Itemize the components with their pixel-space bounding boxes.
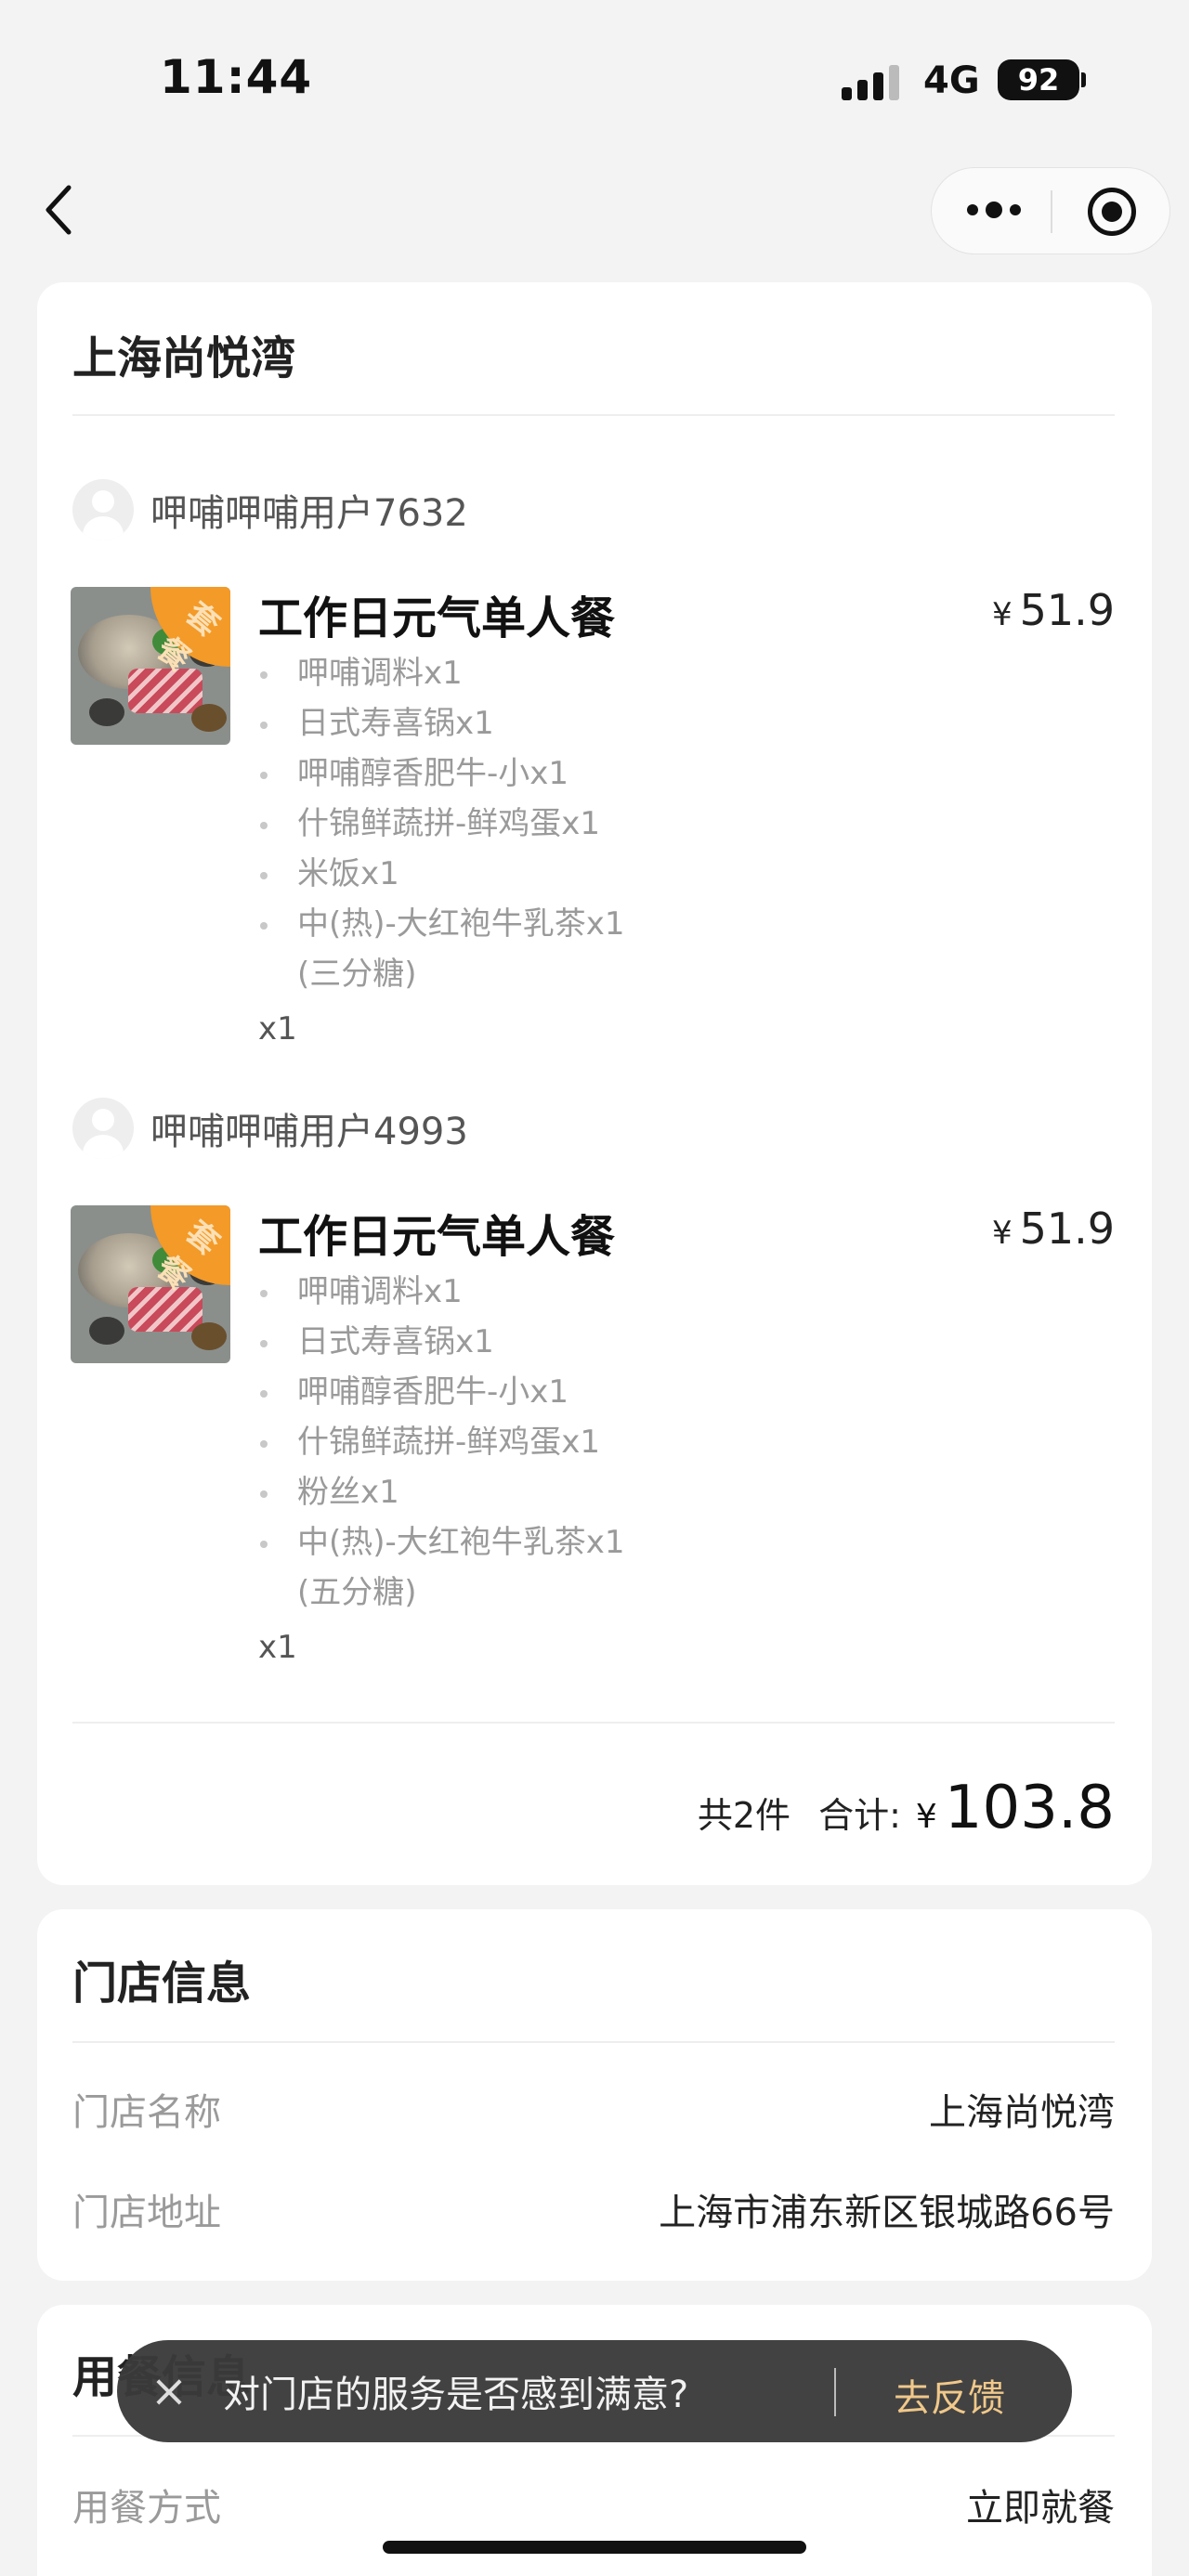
list-item: 中(热)-大红袍牛乳茶x1	[258, 899, 648, 949]
feedback-toast: × 对门店的服务是否感到满意? 去反馈	[117, 2340, 1072, 2442]
store-info-card: 门店信息 门店名称 上海尚悦湾 门店地址 上海市浦东新区银城路66号	[37, 1909, 1152, 2281]
home-indicator[interactable]	[383, 2541, 806, 2554]
list-item: 日式寿喜锅x1	[258, 1317, 648, 1367]
chevron-left-icon[interactable]	[41, 182, 78, 238]
list-item: 什锦鲜蔬拼-鲜鸡蛋x1	[258, 799, 648, 849]
feedback-button[interactable]: 去反馈	[894, 2368, 1005, 2422]
product-image[interactable]: 套餐	[71, 587, 230, 745]
list-item: 呷哺醇香肥牛-小x1	[258, 748, 648, 799]
order-total: 共2件 合计: ¥ 103.8	[698, 1774, 1115, 1842]
total-amount: 103.8	[944, 1774, 1115, 1842]
avatar	[72, 1098, 134, 1159]
set-meal-badge: 套餐	[150, 587, 230, 679]
item-price: ¥51.9	[991, 1203, 1115, 1254]
product-image[interactable]: 套餐	[71, 1205, 230, 1363]
list-item: 什锦鲜蔬拼-鲜鸡蛋x1	[258, 1417, 648, 1467]
item-quantity: x1	[258, 1629, 297, 1666]
dining-mode-value: 立即就餐	[966, 2487, 1115, 2530]
battery-tip	[1081, 72, 1086, 87]
orderer-row: 呷哺呷哺用户7632	[72, 479, 468, 540]
item-quantity: x1	[258, 1010, 297, 1047]
item-note: (五分糖)	[297, 1574, 417, 1611]
toast-divider	[834, 2368, 836, 2416]
divider	[72, 2041, 1115, 2043]
list-item: 粉丝x1	[258, 1467, 648, 1517]
set-meal-badge: 套餐	[150, 1205, 230, 1297]
item-name: 工作日元气单人餐	[258, 592, 616, 644]
list-item: 日式寿喜锅x1	[258, 698, 648, 748]
order-card: 上海尚悦湾 呷哺呷哺用户7632 套餐 工作日元气单人餐 ¥51.9 呷哺调料x…	[37, 282, 1152, 1885]
orderer-row: 呷哺呷哺用户4993	[72, 1098, 468, 1159]
target-circle-icon[interactable]	[1088, 188, 1136, 236]
network-type: 4G	[923, 59, 980, 102]
section-title: 门店信息	[72, 1958, 252, 2010]
store-name-value: 上海尚悦湾	[929, 2091, 1115, 2134]
toast-message: 对门店的服务是否感到满意?	[223, 2374, 689, 2416]
item-price: ¥51.9	[991, 585, 1115, 635]
set-items-list: 呷哺调料x1 日式寿喜锅x1 呷哺醇香肥牛-小x1 什锦鲜蔬拼-鲜鸡蛋x1 米饭…	[258, 648, 648, 949]
store-name-label: 门店名称	[72, 2091, 221, 2134]
signal-icon	[842, 63, 899, 100]
item-name: 工作日元气单人餐	[258, 1211, 616, 1263]
avatar	[72, 479, 134, 540]
list-item: 米饭x1	[258, 849, 648, 899]
battery-icon: 92	[998, 59, 1079, 100]
orderer-name: 呷哺呷哺用户4993	[150, 1111, 468, 1153]
mini-program-capsule	[931, 167, 1170, 254]
list-item: 呷哺醇香肥牛-小x1	[258, 1367, 648, 1417]
list-item: 中(热)-大红袍牛乳茶x1	[258, 1517, 648, 1568]
item-note: (三分糖)	[297, 956, 417, 993]
orderer-name: 呷哺呷哺用户7632	[150, 492, 468, 535]
total-currency: ¥	[915, 1798, 937, 1836]
store-address-value[interactable]: 上海市浦东新区银城路66号	[659, 2182, 1115, 2236]
list-item: 呷哺调料x1	[258, 648, 648, 698]
close-icon[interactable]: ×	[141, 2365, 197, 2417]
dining-mode-label: 用餐方式	[72, 2487, 221, 2530]
total-count: 共2件	[697, 1795, 791, 1836]
total-label: 合计:	[818, 1795, 901, 1836]
status-time: 11:44	[160, 50, 313, 104]
set-items-list: 呷哺调料x1 日式寿喜锅x1 呷哺醇香肥牛-小x1 什锦鲜蔬拼-鲜鸡蛋x1 粉丝…	[258, 1267, 648, 1568]
divider	[72, 414, 1115, 416]
store-address-label: 门店地址	[72, 2192, 221, 2234]
more-dots-icon[interactable]	[967, 202, 1021, 218]
list-item: 呷哺调料x1	[258, 1267, 648, 1317]
divider	[72, 1722, 1115, 1724]
capsule-divider	[1051, 190, 1052, 233]
store-title: 上海尚悦湾	[72, 332, 296, 384]
